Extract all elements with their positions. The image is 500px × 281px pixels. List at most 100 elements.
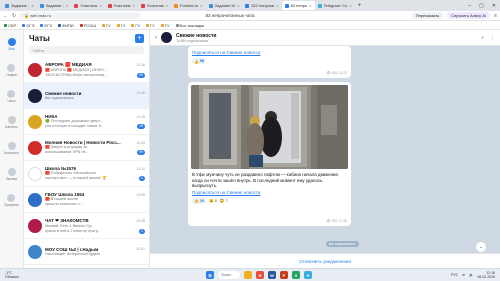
tab-close-icon[interactable]: ×: [349, 3, 351, 8]
chat-list-item[interactable]: МОУ СОШ №2 | г.Надым 12:01 Настоящие, инте…: [24, 239, 149, 265]
bookmark-favicon-icon: [22, 23, 26, 27]
chat-avatar: [28, 88, 42, 103]
more-icon[interactable]: ⋮: [490, 35, 495, 41]
close-icon[interactable]: ✕: [492, 3, 496, 9]
file-explorer-icon[interactable]: [244, 271, 252, 279]
bookmark-item[interactable]: ГУ: [160, 23, 170, 28]
rail-item-label: Все: [8, 47, 15, 51]
browser-tab[interactable]: Foxford.ru ×: [171, 1, 206, 10]
video-thumbnail[interactable]: [191, 85, 348, 169]
search-input[interactable]: Найти: [29, 46, 144, 54]
word-icon[interactable]: W: [268, 271, 276, 279]
browser-tab[interactable]: 83 непро ×: [281, 1, 315, 10]
ask-alice-button[interactable]: Спросить Алису AI: [447, 12, 491, 19]
chat-item-header: ЧАТ ❤ ЗНАКОМСТВ 12:08: [45, 218, 145, 224]
rail-item-5[interactable]: Контакты: [4, 142, 19, 155]
chat-list-item[interactable]: Школа №1576 11:11 🟥 Победитель «Московское…: [24, 161, 149, 187]
volume-icon[interactable]: 🔈: [469, 273, 473, 277]
tab-close-icon[interactable]: ×: [132, 3, 134, 8]
tab-close-icon[interactable]: ×: [237, 3, 239, 8]
tab-close-icon[interactable]: ×: [200, 3, 202, 8]
browser-tab[interactable]: 322 непрочи ×: [242, 1, 281, 10]
weather-widget[interactable]: -1°C Облачно: [5, 271, 19, 279]
browser-tab[interactable]: Задание М ×: [206, 1, 243, 10]
channel-title-block[interactable]: Свежие новости 7к 889 подписчиков: [176, 33, 217, 43]
chat-list-item[interactable]: Молния Новости | Новости Росс... 11:09 🟥 З…: [24, 135, 149, 161]
chat-list-item[interactable]: ГБОУ Школа 1554 13:09 🟥 В нашей школе прошл…: [24, 187, 149, 213]
search-icon[interactable]: ⌕: [481, 35, 484, 41]
bookmark-favicon-icon: [40, 23, 44, 27]
back-icon[interactable]: ←: [3, 13, 8, 19]
browser-tab[interactable]: Telegram: Co ×: [315, 1, 355, 10]
reaction-thumbs-up[interactable]: 👍 58: [192, 58, 206, 64]
rail-item-label: Новые: [6, 73, 17, 77]
tab-close-icon[interactable]: ×: [276, 3, 278, 8]
messenger-app: Все Новые Чаты Каналы Контакты Звонки Профиль …: [0, 30, 500, 268]
bookmark-item[interactable]: ГУ: [131, 23, 140, 28]
reaction-button[interactable]: 😮 8: [209, 198, 217, 204]
chat-item-body: Школа №1576 11:11 🟥 Победитель «Московское…: [45, 166, 145, 181]
taskbar-search[interactable]: Поиск: [218, 271, 240, 279]
channel-avatar[interactable]: [161, 32, 172, 43]
excel-icon[interactable]: X: [292, 271, 300, 279]
browser-tab[interactable]: Задание - ×: [2, 1, 37, 10]
bookmark-item[interactable]: ФИПИ: [58, 23, 74, 28]
chat-avatar: [28, 140, 42, 155]
subscribe-link[interactable]: Подписаться на Свежие новости: [192, 50, 347, 55]
rail-item-6[interactable]: Звонки: [6, 168, 17, 181]
reaction-button[interactable]: 👍 29: [192, 197, 206, 204]
bookmark-item[interactable]: РСОШ: [79, 23, 96, 28]
scroll-down-button[interactable]: ⌄: [476, 242, 486, 252]
chat-list-item[interactable]: ЧАТ ❤ ЗНАКОМСТВ 12:08 Матвей: Есть 1 Виник…: [24, 213, 149, 239]
back-arrow-icon[interactable]: ‹: [155, 35, 157, 41]
rail-item-2[interactable]: Новые: [6, 64, 17, 77]
tab-close-icon[interactable]: ×: [99, 3, 101, 8]
reload-icon[interactable]: ↻: [12, 13, 16, 19]
bookmark-item[interactable]: ГУ: [101, 23, 111, 28]
new-chat-button[interactable]: +: [135, 33, 144, 43]
browser-tab[interactable]: Задание - ×: [37, 1, 72, 10]
tab-close-icon[interactable]: ×: [66, 3, 68, 8]
menu-icon[interactable]: ≡: [494, 13, 497, 19]
browser-tab[interactable]: Участник ×: [138, 1, 171, 10]
chat-list-item[interactable]: Свежие новости 11:36 Вы подписались: [24, 83, 149, 109]
mute-notifications-button[interactable]: Отключить уведомления: [150, 253, 500, 268]
bookmark-item[interactable]: ЕГЭ: [40, 23, 52, 28]
tab-favicon-icon: [317, 3, 322, 8]
taskbar-search-label: Поиск: [221, 273, 231, 277]
rail-item-4[interactable]: Каналы: [5, 116, 18, 129]
maximize-icon[interactable]: ▢: [479, 3, 484, 9]
chat-list-item[interactable]: АВРОРА 🟥 МЕДИАЯ 12:16 🟥 АВРОРА 🟥 МЕДИАЯ | …: [24, 57, 149, 83]
tab-close-icon[interactable]: ×: [166, 3, 168, 8]
yandex-browser-icon[interactable]: Я: [256, 271, 264, 279]
bookmark-item[interactable]: ГУ: [116, 23, 125, 28]
chat-item-header: АВРОРА 🟥 МЕДИАЯ 12:16: [45, 62, 145, 68]
url-field[interactable]: 🔒 web.max.ru: [20, 12, 141, 19]
language-indicator[interactable]: РУС: [451, 273, 458, 277]
bookmark-item[interactable]: Все закладки: [175, 22, 205, 28]
telegram-icon[interactable]: ✈: [304, 271, 312, 279]
minimize-icon[interactable]: –: [468, 3, 471, 9]
bookmark-favicon-icon: [175, 23, 179, 27]
bookmark-item[interactable]: СБР: [4, 23, 16, 28]
reaction-button[interactable]: 😱 7: [220, 198, 228, 204]
powerpoint-icon[interactable]: P: [280, 271, 288, 279]
tab-new-button[interactable]: +: [355, 3, 365, 9]
rail-item-7[interactable]: Профиль: [4, 194, 19, 207]
chat-list-item[interactable]: НИКА 11:15 🟢 Последние дорожные уверт... ул…: [24, 109, 149, 135]
tab-close-icon[interactable]: ×: [309, 3, 311, 8]
video-message-bubble: В Уфе мужчину чуть не раздавило лифтом —…: [188, 82, 351, 226]
browser-tab[interactable]: Участник ×: [71, 1, 104, 10]
clock[interactable]: 12:16 06.02.2026: [477, 271, 495, 279]
bookmark-item[interactable]: ОГЭ: [22, 23, 34, 28]
rail-item-1[interactable]: Все: [7, 38, 16, 51]
tab-close-icon[interactable]: ×: [31, 3, 33, 8]
start-icon[interactable]: ⊞: [206, 271, 214, 279]
summarize-button[interactable]: Пересказать: [411, 12, 444, 19]
browser-tab[interactable]: Участник ×: [105, 1, 138, 10]
bookmark-item[interactable]: ГУ: [146, 23, 155, 28]
os-taskbar: -1°C Облачно ⊞ Поиск Я W P X ✈ РУС ≋ 🔈 1…: [0, 268, 500, 281]
rail-item-3[interactable]: Чаты: [7, 90, 16, 103]
wifi-icon[interactable]: ≋: [462, 273, 465, 277]
bookmark-label: Все закладки: [179, 22, 205, 28]
